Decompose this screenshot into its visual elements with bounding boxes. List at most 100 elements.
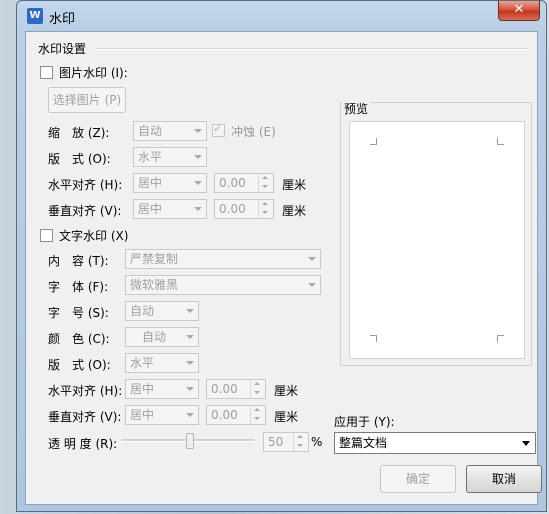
text-v-align-combo[interactable]: 居中 <box>125 405 199 425</box>
spin-up-icon[interactable] <box>251 406 265 415</box>
spinner-buttons[interactable] <box>258 200 273 218</box>
picture-v-align-value: 居中 <box>138 202 163 216</box>
chevron-down-icon <box>181 328 198 346</box>
text-watermark-checkbox[interactable] <box>40 229 53 242</box>
chevron-down-icon <box>189 200 206 218</box>
transparency-slider-thumb[interactable] <box>186 433 194 449</box>
text-h-offset-spinner[interactable]: 0.00 <box>206 379 266 399</box>
spinner-buttons[interactable] <box>293 433 308 451</box>
spin-down-icon[interactable] <box>294 442 308 451</box>
font-label: 字 体 (F): <box>48 280 109 294</box>
font-combo[interactable]: 微软雅黑 <box>125 275 321 295</box>
spinner-buttons[interactable] <box>258 174 273 192</box>
scale-label: 缩 放 (Z): <box>48 126 110 140</box>
picture-h-align-value: 居中 <box>138 176 163 190</box>
apply-to-label: 应用于 (Y): <box>334 415 395 429</box>
picture-watermark-label: 图片水印 (I): <box>59 66 128 80</box>
picture-layout-value: 水平 <box>138 150 163 164</box>
watermark-dialog: W 水印 ✕ 水印设置 图片水印 (I): 选择图片 (P) 缩 放 (Z): … <box>16 0 547 512</box>
chevron-down-icon <box>189 174 206 192</box>
preview-frame <box>340 102 532 366</box>
font-value: 微软雅黑 <box>130 278 179 292</box>
dialog-title: 水印 <box>49 12 76 27</box>
close-button[interactable]: ✕ <box>498 1 540 21</box>
apply-to-combo[interactable]: 整篇文档 <box>334 432 536 454</box>
spin-up-icon[interactable] <box>259 174 273 183</box>
chevron-down-icon <box>181 302 198 320</box>
corner-mark-icon <box>370 335 377 342</box>
corner-mark-icon <box>497 138 504 145</box>
chevron-down-icon <box>181 406 198 424</box>
spin-down-icon[interactable] <box>259 209 273 218</box>
text-watermark-label: 文字水印 (X) <box>59 229 129 243</box>
transparency-value: 50 <box>268 435 284 449</box>
preview-page <box>349 121 525 359</box>
spin-up-icon[interactable] <box>259 200 273 209</box>
scale-value: 自动 <box>138 124 163 138</box>
ok-button[interactable]: 确定 <box>380 465 456 493</box>
chevron-down-icon <box>181 380 198 398</box>
text-layout-label: 版 式 (O): <box>48 358 111 372</box>
preview-label: 预览 <box>342 100 371 117</box>
transparency-unit: % <box>311 435 323 449</box>
picture-layout-label: 版 式 (O): <box>48 152 111 166</box>
title-bar[interactable]: W 水印 ✕ <box>17 1 546 31</box>
text-h-align-label: 水平对齐 (H): <box>48 384 123 398</box>
apply-to-value: 整篇文档 <box>339 436 388 450</box>
color-label: 颜 色 (C): <box>48 332 110 346</box>
picture-v-offset-spinner[interactable]: 0.00 <box>214 199 274 219</box>
spinner-buttons[interactable] <box>250 406 265 424</box>
color-value: 自动 <box>141 330 166 344</box>
chevron-down-icon <box>303 276 320 294</box>
wps-writer-icon: W <box>27 8 43 24</box>
transparency-label: 透 明 度 (R): <box>48 437 118 451</box>
picture-h-offset-unit: 厘米 <box>282 178 307 192</box>
spin-down-icon[interactable] <box>259 183 273 192</box>
content-label: 内 容 (T): <box>48 254 109 268</box>
watermark-settings-group-title: 水印设置 <box>38 42 87 56</box>
color-combo[interactable]: 自动 <box>125 327 199 347</box>
picture-watermark-checkbox[interactable] <box>40 66 53 79</box>
chevron-down-icon <box>303 250 320 268</box>
picture-layout-combo[interactable]: 水平 <box>133 147 207 167</box>
size-value: 自动 <box>130 304 155 318</box>
picture-h-align-label: 水平对齐 (H): <box>48 178 123 192</box>
picture-v-align-label: 垂直对齐 (V): <box>48 204 122 218</box>
picture-h-align-combo[interactable]: 居中 <box>133 173 207 193</box>
text-layout-value: 水平 <box>130 356 155 370</box>
corner-mark-icon <box>497 335 504 342</box>
content-value: 严禁复制 <box>130 252 179 266</box>
group-divider <box>96 48 528 50</box>
picture-h-offset-spinner[interactable]: 0.00 <box>214 173 274 193</box>
size-combo[interactable]: 自动 <box>125 301 199 321</box>
chevron-down-icon <box>189 122 206 140</box>
text-v-align-label: 垂直对齐 (V): <box>48 410 122 424</box>
corner-mark-icon <box>370 138 377 145</box>
wash-label: 冲蚀 (E) <box>231 125 276 139</box>
text-h-align-value: 居中 <box>130 382 155 396</box>
picture-h-offset-value: 0.00 <box>219 176 246 190</box>
text-h-offset-value: 0.00 <box>211 382 238 396</box>
wash-checkbox[interactable] <box>212 122 225 137</box>
transparency-spinner[interactable]: 50 <box>263 432 309 452</box>
picture-v-align-combo[interactable]: 居中 <box>133 199 207 219</box>
spin-up-icon[interactable] <box>294 433 308 442</box>
dialog-client-area: 水印设置 图片水印 (I): 选择图片 (P) 缩 放 (Z): 自动 冲蚀 (… <box>25 31 542 505</box>
spin-down-icon[interactable] <box>251 415 265 424</box>
spin-up-icon[interactable] <box>251 380 265 389</box>
picture-v-offset-unit: 厘米 <box>282 204 307 218</box>
select-picture-button[interactable]: 选择图片 (P) <box>48 87 126 113</box>
text-v-offset-value: 0.00 <box>211 408 238 422</box>
content-combo[interactable]: 严禁复制 <box>125 249 321 269</box>
cancel-button[interactable]: 取消 <box>466 465 542 493</box>
text-h-offset-unit: 厘米 <box>274 384 299 398</box>
picture-v-offset-value: 0.00 <box>219 202 246 216</box>
text-h-align-combo[interactable]: 居中 <box>125 379 199 399</box>
spin-down-icon[interactable] <box>251 389 265 398</box>
text-layout-combo[interactable]: 水平 <box>125 353 199 373</box>
chevron-down-icon <box>181 354 198 372</box>
spinner-buttons[interactable] <box>250 380 265 398</box>
text-v-offset-spinner[interactable]: 0.00 <box>206 405 266 425</box>
scale-combo[interactable]: 自动 <box>133 121 207 141</box>
text-v-align-value: 居中 <box>130 408 155 422</box>
